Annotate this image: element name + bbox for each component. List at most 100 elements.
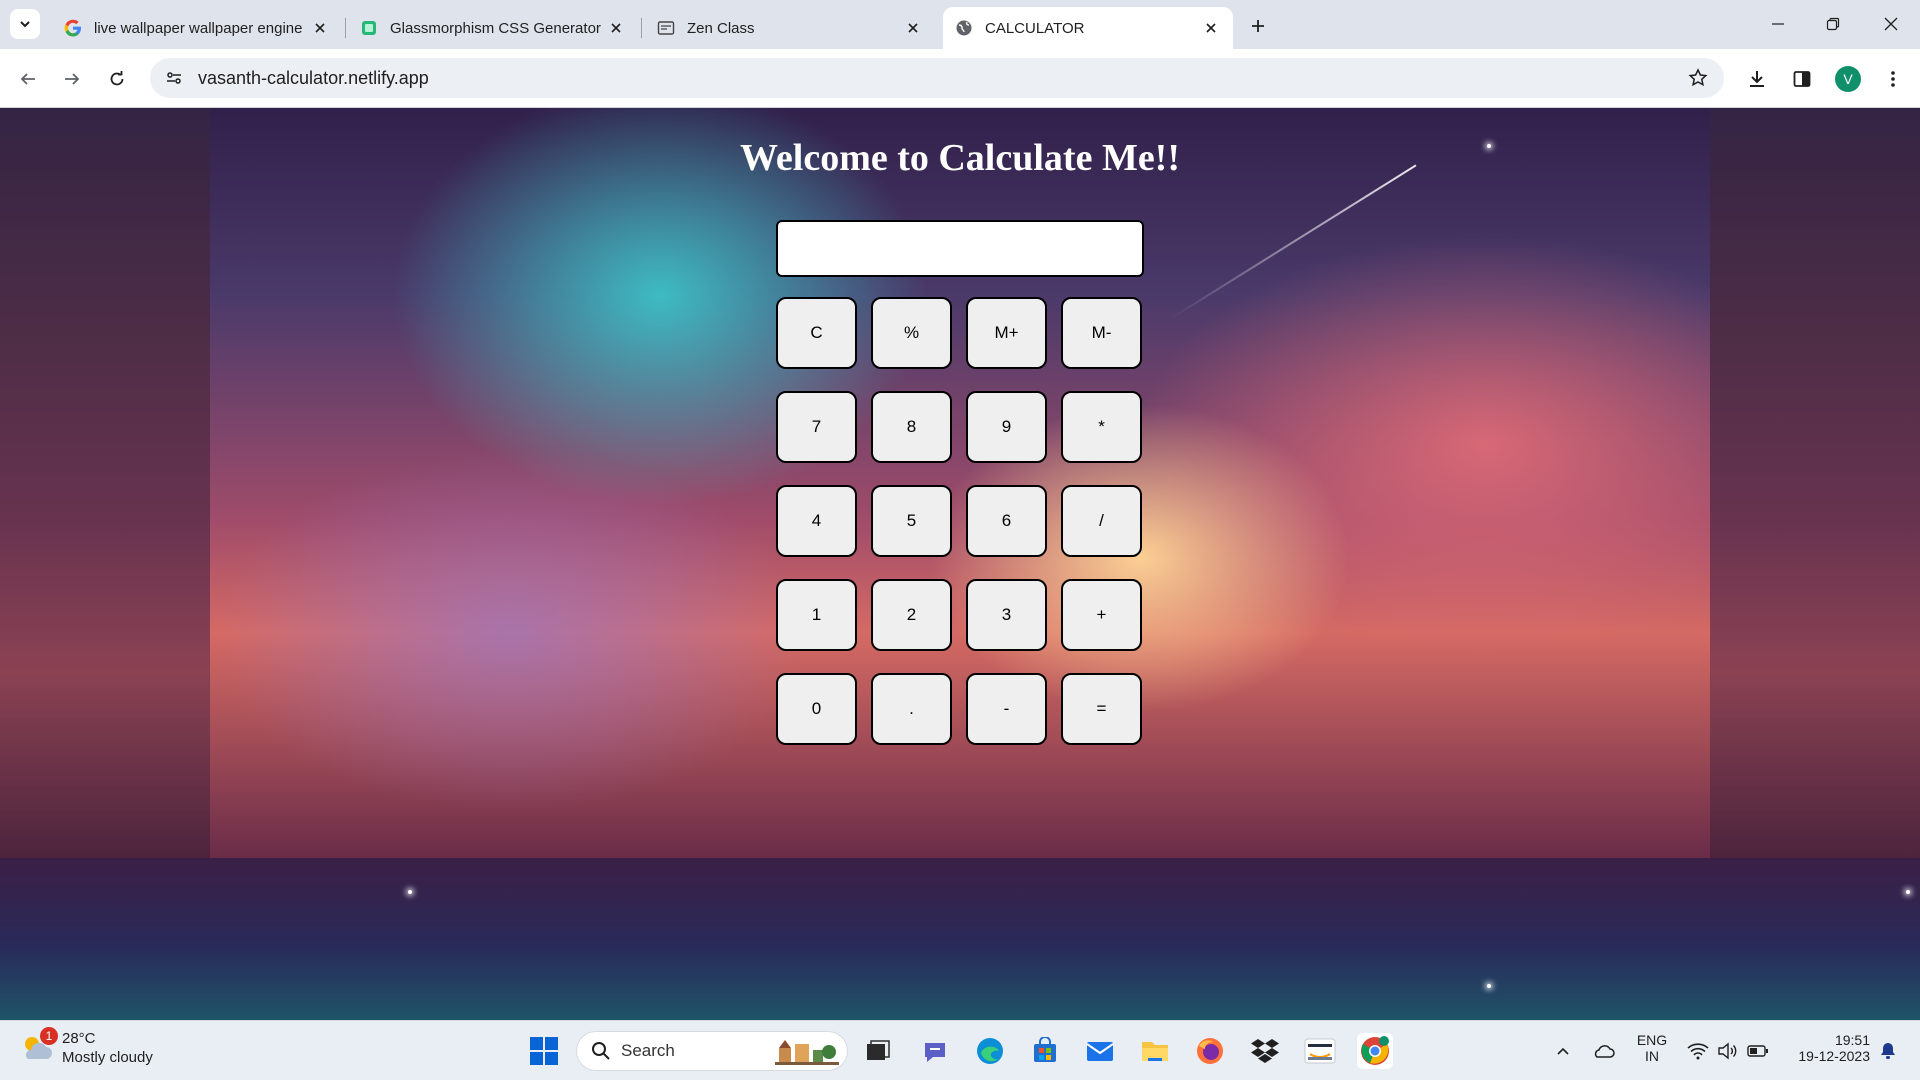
notifications-button[interactable] — [1870, 1033, 1906, 1069]
battery-button[interactable] — [1740, 1033, 1776, 1069]
digit-2-button[interactable]: 2 — [871, 579, 952, 651]
digit-8-button[interactable]: 8 — [871, 391, 952, 463]
browser-menu-button[interactable] — [1877, 63, 1909, 95]
css-generator-icon — [360, 19, 378, 37]
star — [408, 890, 412, 894]
digit-3-button[interactable]: 3 — [966, 579, 1047, 651]
edge-browser-button[interactable] — [972, 1033, 1008, 1069]
reload-icon — [110, 71, 124, 86]
teams-chat-button[interactable] — [917, 1033, 953, 1069]
tab-calculator[interactable]: CALCULATOR — [943, 7, 1233, 49]
browser-toolbar: vasanth-calculator.netlify.app V — [0, 49, 1920, 108]
chevron-down-icon — [20, 21, 30, 28]
close-icon — [1884, 17, 1898, 31]
firefox-button[interactable] — [1192, 1033, 1228, 1069]
amazon-button[interactable] — [1302, 1033, 1338, 1069]
site-info-icon[interactable] — [154, 58, 194, 98]
close-window-button[interactable] — [1868, 10, 1914, 38]
add-button[interactable]: + — [1061, 579, 1142, 651]
memory-plus-button[interactable]: M+ — [966, 297, 1047, 369]
side-panel-button[interactable] — [1786, 63, 1818, 95]
tab-title: live wallpaper wallpaper engine — [94, 19, 303, 37]
calculator-display[interactable] — [776, 220, 1144, 277]
arrow-right-icon — [65, 73, 80, 85]
notification-badge: 1 — [40, 1027, 58, 1045]
dropbox-icon — [1251, 1039, 1279, 1063]
restore-button[interactable] — [1810, 10, 1856, 38]
new-tab-button[interactable] — [1244, 12, 1272, 40]
bookmark-star-icon[interactable] — [1680, 60, 1716, 96]
decimal-button[interactable]: . — [871, 673, 952, 745]
zen-class-icon — [657, 19, 675, 37]
tab-strip: live wallpaper wallpaper engine Glassmor… — [0, 0, 1920, 49]
digit-4-button[interactable]: 4 — [776, 485, 857, 557]
digit-6-button[interactable]: 6 — [966, 485, 1047, 557]
percent-button[interactable]: % — [871, 297, 952, 369]
weather-widget[interactable]: 1 28°C Mostly cloudy — [20, 1027, 153, 1067]
show-hidden-icons-button[interactable] — [1545, 1033, 1581, 1069]
download-button[interactable] — [1741, 63, 1773, 95]
region-code: IN — [1645, 1048, 1659, 1064]
tab-title: Zen Class — [687, 19, 755, 37]
digit-5-button[interactable]: 5 — [871, 485, 952, 557]
mail-button[interactable] — [1082, 1033, 1118, 1069]
minimize-button[interactable] — [1755, 10, 1801, 38]
clear-button[interactable]: C — [776, 297, 857, 369]
microsoft-store-button[interactable] — [1027, 1033, 1063, 1069]
bell-icon — [1881, 1043, 1895, 1059]
search-icon — [592, 1042, 610, 1060]
minimize-icon — [1772, 23, 1784, 25]
weather-description: Mostly cloudy — [62, 1049, 153, 1066]
tab-zen-class[interactable]: Zen Class — [645, 7, 935, 49]
weather-temperature: 28°C — [62, 1030, 96, 1047]
file-explorer-button[interactable] — [1137, 1033, 1173, 1069]
windows-taskbar: 1 28°C Mostly cloudy Search ENG IN 19:51… — [0, 1020, 1920, 1080]
digit-0-button[interactable]: 0 — [776, 673, 857, 745]
reload-button[interactable] — [101, 63, 133, 95]
memory-minus-button[interactable]: M- — [1061, 297, 1142, 369]
tab-glassmorphism[interactable]: Glassmorphism CSS Generator — [348, 7, 638, 49]
download-icon — [1750, 71, 1764, 87]
close-icon[interactable] — [606, 18, 626, 38]
language-indicator[interactable]: ENG IN — [1632, 1032, 1672, 1064]
close-icon[interactable] — [1201, 18, 1221, 38]
onedrive-button[interactable] — [1585, 1033, 1621, 1069]
avatar-initial: V — [1843, 71, 1853, 87]
address-bar[interactable]: vasanth-calculator.netlify.app — [150, 58, 1724, 98]
plus-icon — [1252, 20, 1264, 32]
dropbox-button[interactable] — [1247, 1033, 1283, 1069]
digit-1-button[interactable]: 1 — [776, 579, 857, 651]
digit-7-button[interactable]: 7 — [776, 391, 857, 463]
close-icon[interactable] — [310, 18, 330, 38]
tab-google-search[interactable]: live wallpaper wallpaper engine — [52, 7, 342, 49]
search-highlight-icon — [775, 1040, 839, 1065]
clock[interactable]: 19:51 19-12-2023 — [1782, 1032, 1870, 1064]
start-button[interactable] — [526, 1033, 562, 1069]
digit-9-button[interactable]: 9 — [966, 391, 1047, 463]
subtract-button[interactable]: - — [966, 673, 1047, 745]
star — [1487, 984, 1491, 988]
edge-icon — [977, 1038, 1003, 1064]
profile-avatar[interactable]: V — [1835, 66, 1861, 92]
equals-button[interactable]: = — [1061, 673, 1142, 745]
tab-title: CALCULATOR — [985, 19, 1085, 37]
taskbar-search[interactable]: Search — [576, 1031, 848, 1071]
tab-search-button[interactable] — [10, 9, 40, 39]
tab-title: Glassmorphism CSS Generator — [390, 19, 601, 37]
firefox-icon — [1197, 1038, 1223, 1064]
forward-button[interactable] — [56, 63, 88, 95]
clock-time: 19:51 — [1834, 1032, 1870, 1048]
multiply-button[interactable]: * — [1061, 391, 1142, 463]
cloud-icon — [1594, 1045, 1615, 1058]
google-icon — [64, 19, 82, 37]
page-viewport: Welcome to Calculate Me!! C % M+ M- 7 8 … — [0, 108, 1920, 1020]
divide-button[interactable]: / — [1061, 485, 1142, 557]
tile-shade — [1710, 108, 1920, 858]
chrome-button[interactable] — [1357, 1033, 1393, 1069]
back-button[interactable] — [12, 63, 44, 95]
close-icon[interactable] — [903, 18, 923, 38]
task-view-button[interactable] — [860, 1033, 896, 1069]
background-image-tile — [0, 858, 210, 1020]
amazon-icon — [1304, 1038, 1336, 1064]
battery-icon — [1747, 1045, 1768, 1057]
